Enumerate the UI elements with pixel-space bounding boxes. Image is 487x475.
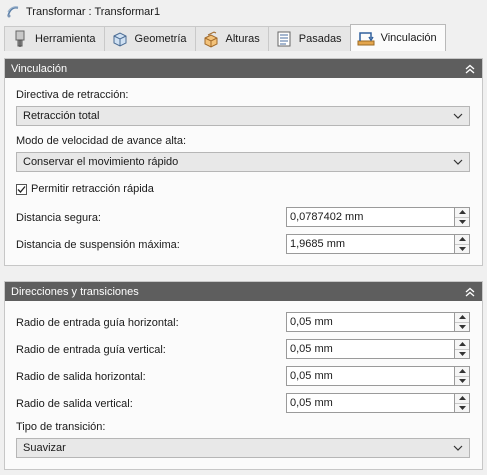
lead-out-horizontal-spinner xyxy=(455,366,470,386)
feed-mode-select[interactable]: Conservar el movimiento rápido xyxy=(16,152,470,172)
panel-directions: Direcciones y transiciones Radio de entr… xyxy=(4,281,483,470)
spin-down-icon[interactable] xyxy=(455,216,469,227)
transition-type-select[interactable]: Suavizar xyxy=(16,438,470,458)
spin-up-icon[interactable] xyxy=(455,367,469,376)
transform-icon xyxy=(7,6,19,18)
tab-label: Vinculación xyxy=(380,32,437,44)
tab-geometria[interactable]: Geometría xyxy=(103,26,196,51)
window-title: Transformar : Transformar1 xyxy=(26,6,161,18)
tab-bar: Herramienta Geometría Alturas Pasadas Vi… xyxy=(4,24,487,51)
feed-value: Conservar el movimiento rápido xyxy=(23,156,179,168)
safe-distance-input[interactable] xyxy=(286,207,455,227)
transition-value: Suavizar xyxy=(23,442,66,454)
tab-label: Herramienta xyxy=(35,33,96,45)
lead-in-horizontal-spinner xyxy=(455,312,470,332)
spin-up-icon[interactable] xyxy=(455,313,469,322)
linking-icon xyxy=(357,32,375,46)
geometry-icon xyxy=(113,32,127,47)
lead-out-horizontal-input[interactable] xyxy=(286,366,455,386)
lead-in-vertical-field xyxy=(286,339,470,359)
lead-out-vertical-spinner xyxy=(455,393,470,413)
panel-vinculacion: Vinculación Directiva de retracción: Ret… xyxy=(4,58,483,266)
chevron-down-icon xyxy=(453,113,463,119)
spin-up-icon[interactable] xyxy=(455,208,469,217)
spin-down-icon[interactable] xyxy=(455,402,469,413)
collapse-icon[interactable] xyxy=(464,286,476,298)
collapse-icon[interactable] xyxy=(464,63,476,75)
retract-value: Retracción total xyxy=(23,110,100,122)
window-titlebar: Transformar : Transformar1 xyxy=(0,0,487,24)
lead-in-horizontal-label: Radio de entrada guía horizontal: xyxy=(16,317,179,329)
spin-up-icon[interactable] xyxy=(455,340,469,349)
lead-out-vertical-label: Radio de salida vertical: xyxy=(16,398,133,410)
rapid-retract-label: Permitir retracción rápida xyxy=(31,183,154,195)
retract-select[interactable]: Retracción total xyxy=(16,106,470,126)
panel-header-directions[interactable]: Direcciones y transiciones xyxy=(5,282,482,301)
safe-distance-spinner xyxy=(455,207,470,227)
lead-in-horizontal-input[interactable] xyxy=(286,312,455,332)
spin-up-icon[interactable] xyxy=(455,394,469,403)
passes-icon xyxy=(277,31,291,47)
panel-header-vinculacion[interactable]: Vinculación xyxy=(5,59,482,78)
hover-distance-input[interactable] xyxy=(286,234,455,254)
lead-in-vertical-spinner xyxy=(455,339,470,359)
spin-down-icon[interactable] xyxy=(455,321,469,332)
spin-down-icon[interactable] xyxy=(455,375,469,386)
tab-alturas[interactable]: Alturas xyxy=(194,26,269,51)
safe-distance-label: Distancia segura: xyxy=(16,212,101,224)
tab-label: Pasadas xyxy=(298,33,342,45)
chevron-down-icon xyxy=(453,159,463,165)
lead-out-vertical-input[interactable] xyxy=(286,393,455,413)
tab-pasadas[interactable]: Pasadas xyxy=(267,26,351,51)
panel-title: Direcciones y transiciones xyxy=(11,285,139,298)
retract-label: Directiva de retracción: xyxy=(16,89,129,101)
tab-label: Alturas xyxy=(225,33,260,45)
tool-icon xyxy=(15,30,25,47)
lead-out-horizontal-field xyxy=(286,366,470,386)
panel-title: Vinculación xyxy=(11,62,68,75)
hover-distance-field xyxy=(286,234,470,254)
chevron-down-icon xyxy=(453,445,463,451)
tab-label: Geometría xyxy=(134,33,187,45)
hover-distance-label: Distancia de suspensión máxima: xyxy=(16,239,180,251)
hover-distance-spinner xyxy=(455,234,470,254)
lead-out-horizontal-label: Radio de salida horizontal: xyxy=(16,371,146,383)
lead-in-vertical-input[interactable] xyxy=(286,339,455,359)
feed-label: Modo de velocidad de avance alta: xyxy=(16,135,187,147)
tab-vinculacion[interactable]: Vinculación xyxy=(349,24,446,51)
rapid-retract-row: Permitir retracción rápida xyxy=(16,183,154,195)
safe-distance-field xyxy=(286,207,470,227)
spin-down-icon[interactable] xyxy=(455,243,469,254)
spin-down-icon[interactable] xyxy=(455,348,469,359)
lead-in-vertical-label: Radio de entrada guía vertical: xyxy=(16,344,166,356)
lead-in-horizontal-field xyxy=(286,312,470,332)
rapid-retract-checkbox[interactable] xyxy=(16,183,27,195)
spin-up-icon[interactable] xyxy=(455,235,469,244)
tab-herramienta[interactable]: Herramienta xyxy=(4,26,105,51)
checkmark-icon xyxy=(17,185,26,193)
transition-type-label: Tipo de transición: xyxy=(16,421,106,433)
heights-icon xyxy=(204,31,217,48)
lead-out-vertical-field xyxy=(286,393,470,413)
